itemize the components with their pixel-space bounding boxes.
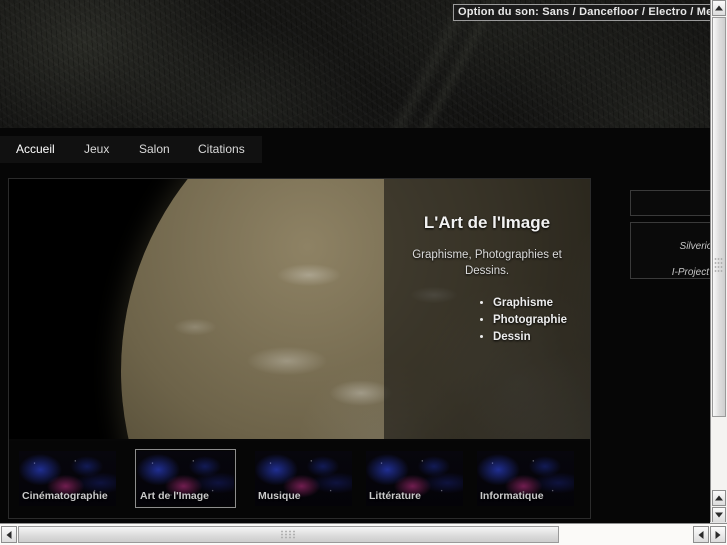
sidebar-credit-line: Develo [636, 227, 710, 240]
sound-options-bar[interactable]: Option du son: Sans / Dancefloor / Elect… [453, 4, 710, 21]
scrollbar-grip-icon [714, 258, 724, 274]
thumbnail-label: Musique [258, 490, 301, 502]
nav-tab-citations[interactable]: Citations [198, 136, 245, 163]
arrow-left-icon [698, 530, 704, 539]
scroll-up-button[interactable] [712, 0, 726, 16]
thumbnail-label: Art de l'Image [140, 490, 210, 502]
sidebar-title-box: Con [630, 190, 710, 216]
nav-tab-salon[interactable]: Salon [139, 136, 170, 163]
scroll-down-button[interactable] [712, 490, 726, 506]
hero-text-block: L'Art de l'Image Graphisme, Photographie… [384, 179, 590, 439]
arrow-up-icon [715, 5, 723, 11]
hero-bullet-dessin: Dessin [493, 329, 567, 346]
sidebar-credits-box: DeveloSilverio.ShifterSpI-Project Devs & [630, 222, 710, 279]
scroll-left-button[interactable] [1, 526, 17, 543]
thumbnail-musique[interactable]: Musique [253, 449, 354, 508]
hero-title: L'Art de l'Image [423, 213, 551, 232]
hero-bullet-list: Graphisme Photographie Dessin [407, 295, 567, 346]
thumbnail-art-de-l-image[interactable]: Art de l'Image [135, 449, 236, 508]
sidebar-credit-line: Sp [636, 253, 710, 266]
right-sidebar: Con DeveloSilverio.ShifterSpI-Project De… [630, 190, 710, 285]
vertical-scrollbar-thumb[interactable] [712, 17, 726, 417]
nav-tab-jeux[interactable]: Jeux [84, 136, 109, 163]
thumbnail-informatique[interactable]: Informatique [475, 449, 576, 508]
page-viewport: Option du son: Sans / Dancefloor / Elect… [0, 0, 710, 523]
scroll-down-button-secondary[interactable] [712, 507, 726, 523]
thumbnail-label: Littérature [369, 490, 421, 502]
navigation-bar: Accueil Jeux Salon Citations [0, 136, 262, 163]
scroll-right-button-secondary[interactable] [710, 526, 726, 543]
sidebar-credit-line: I-Project Devs & [671, 267, 710, 278]
hero-bullet-graphisme: Graphisme [493, 295, 567, 312]
category-thumbnail-strip: Cinématographie Art de l'Image Musique L… [9, 441, 590, 518]
horizontal-scrollbar-thumb[interactable] [18, 526, 559, 543]
arrow-up-icon [715, 495, 723, 501]
sidebar-credit-line: Silverio.Shifter [679, 241, 710, 252]
nav-tab-accueil[interactable]: Accueil [16, 136, 55, 163]
thumbnail-cinematographie[interactable]: Cinématographie [17, 449, 118, 508]
hero-bullet-photographie: Photographie [493, 312, 567, 329]
vertical-scrollbar[interactable] [710, 0, 727, 523]
arrow-left-icon [6, 530, 12, 539]
thumbnail-label: Informatique [480, 490, 544, 502]
arrow-down-icon [715, 512, 723, 518]
main-content-panel: L'Art de l'Image Graphisme, Photographie… [8, 178, 591, 519]
thumbnail-litterature[interactable]: Littérature [364, 449, 465, 508]
thumbnail-label: Cinématographie [22, 490, 108, 502]
scroll-right-button[interactable] [693, 526, 709, 543]
hero-subtitle: Graphisme, Photographies et Dessins. [412, 249, 562, 277]
scrollbar-grip-icon [280, 530, 297, 539]
arrow-right-icon [715, 530, 721, 539]
hero-section: L'Art de l'Image Graphisme, Photographie… [9, 179, 590, 439]
horizontal-scrollbar[interactable] [0, 523, 727, 545]
